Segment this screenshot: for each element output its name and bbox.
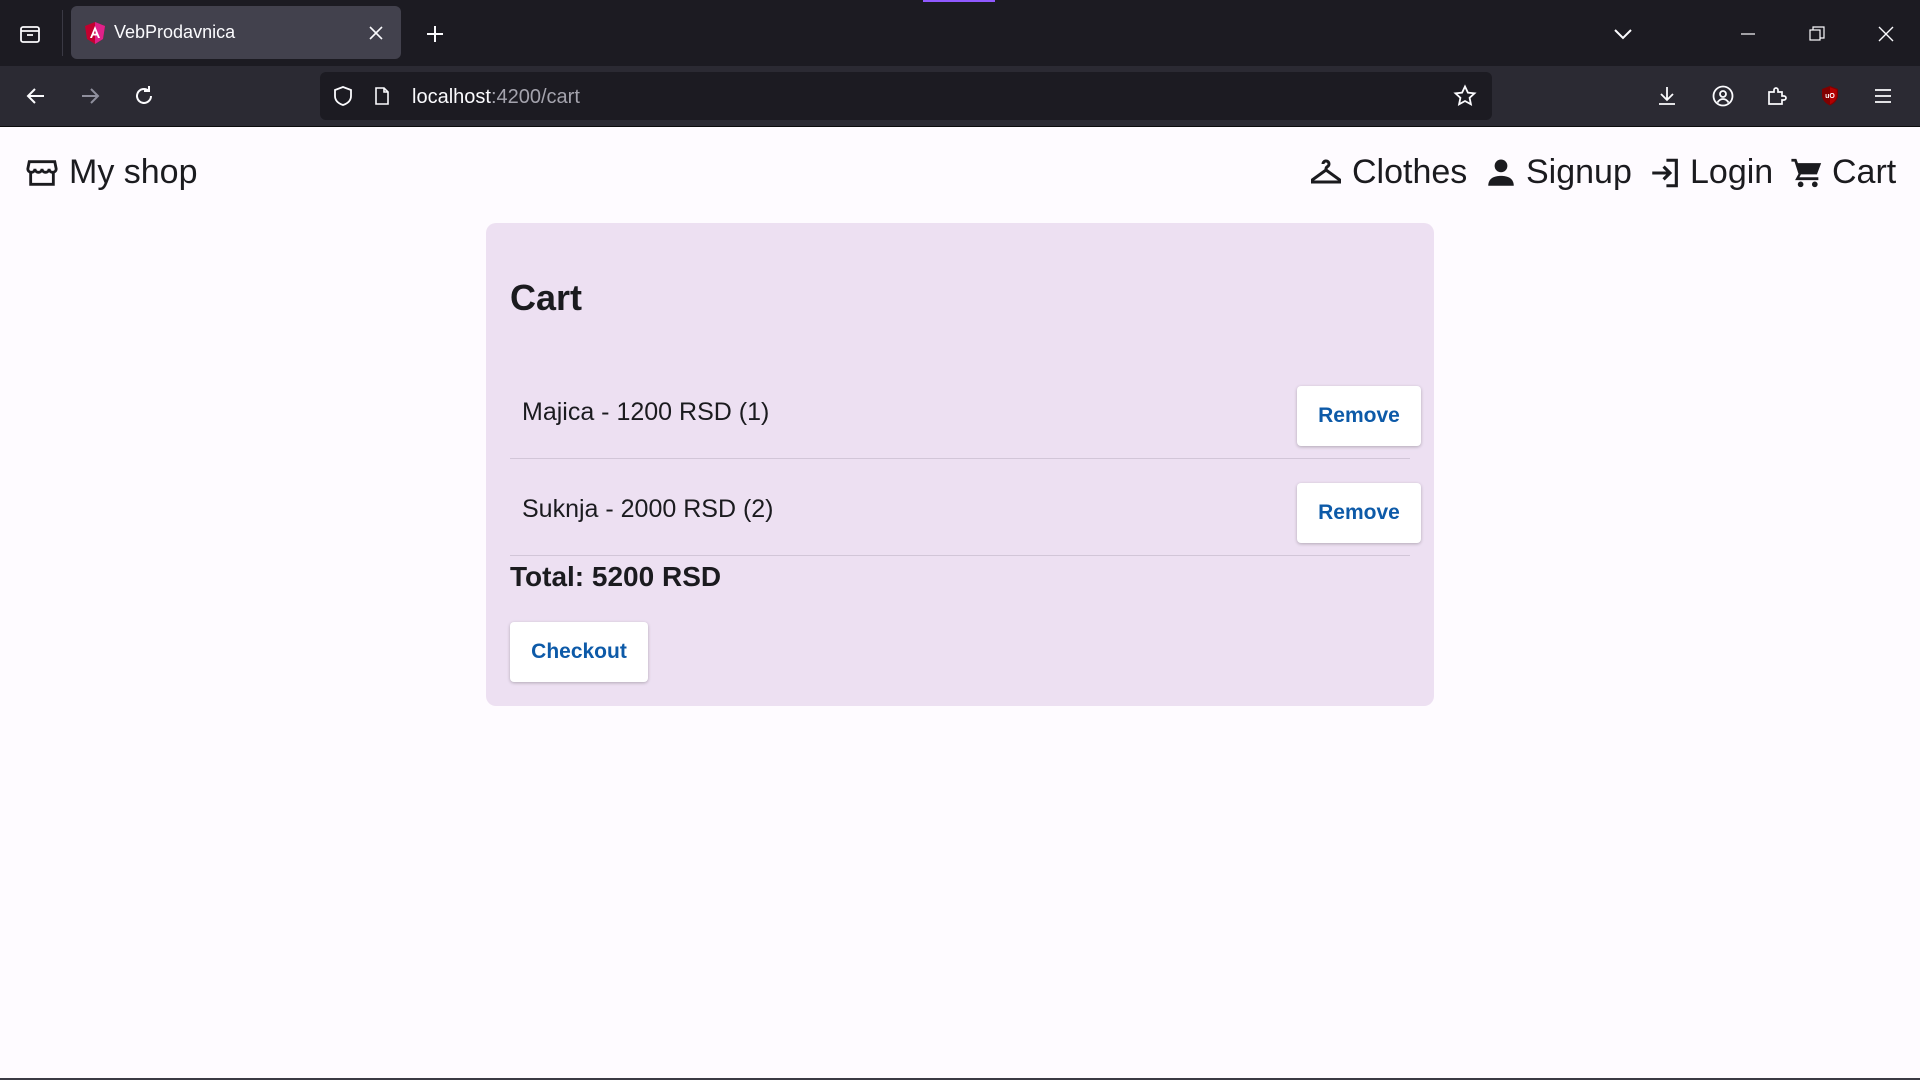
address-bar[interactable]: localhost:4200/cart (320, 72, 1492, 120)
browser-tab-active[interactable]: VebProdavnica (71, 6, 401, 59)
tab-list-button[interactable] (10, 14, 50, 54)
cart-item: Suknja - 2000 RSD (2) Remove (510, 459, 1421, 556)
star-icon (1453, 84, 1477, 107)
tab-separator (62, 10, 63, 56)
url-path: :4200/cart (490, 86, 580, 108)
account-icon (1712, 85, 1734, 107)
person-icon (1488, 159, 1514, 186)
checkout-button[interactable]: Checkout (510, 622, 648, 682)
list-all-tabs-button[interactable] (1603, 14, 1643, 54)
nav-login-label: Login (1690, 153, 1774, 191)
page-icon (375, 87, 389, 105)
nav-cart-label: Cart (1832, 153, 1897, 191)
url-host: localhost (412, 86, 491, 108)
plus-icon (427, 26, 443, 42)
close-window-button[interactable] (1866, 14, 1906, 54)
app-menu-button[interactable] (1861, 74, 1905, 118)
minimize-button[interactable] (1728, 14, 1768, 54)
restore-button[interactable] (1797, 14, 1837, 54)
svg-text:uO: uO (1825, 93, 1835, 100)
arrow-left-icon (26, 88, 44, 104)
nav-signup[interactable]: Signup (1484, 153, 1632, 192)
nav-signup-label: Signup (1526, 153, 1632, 191)
cart-item-text: Majica - 1200 RSD (1) (522, 398, 770, 426)
reload-icon (136, 86, 152, 104)
downloads-button[interactable] (1645, 74, 1689, 118)
angular-favicon-icon (85, 22, 105, 44)
remove-button[interactable]: Remove (1297, 483, 1421, 543)
puzzle-icon (1768, 87, 1787, 105)
storefront-icon (26, 159, 58, 186)
cart-total: Total: 5200 RSD (510, 561, 722, 592)
hamburger-menu-icon (1875, 89, 1891, 103)
nav-clothes-label: Clothes (1352, 153, 1468, 191)
hanger-icon (1311, 159, 1341, 183)
tracking-protection-button[interactable] (330, 83, 356, 109)
new-tab-button[interactable] (415, 14, 455, 54)
ublock-shield-icon: uO (1822, 86, 1838, 106)
tab-bar-accent (923, 0, 995, 2)
cart-item-text: Suknja - 2000 RSD (2) (522, 495, 774, 523)
site-info-button[interactable] (370, 84, 394, 108)
cart-item: Majica - 1200 RSD (1) Remove (510, 362, 1421, 459)
browser-tab-bar: VebProdavnica (0, 0, 1920, 66)
tab-title: VebProdavnica (114, 22, 236, 42)
cart-icon (1791, 158, 1822, 187)
login-icon (1652, 158, 1678, 187)
close-icon (1878, 26, 1894, 42)
tab-close-button[interactable] (363, 20, 389, 46)
restore-icon (1809, 26, 1825, 41)
app-header: My shop Clothes Signup Login Cart (0, 127, 1920, 225)
brand[interactable]: My shop (25, 153, 198, 192)
nav-clothes[interactable]: Clothes (1308, 153, 1467, 192)
download-icon (1659, 87, 1675, 105)
ublock-button[interactable]: uO (1808, 74, 1852, 118)
tab-list-icon (20, 26, 40, 43)
back-button[interactable] (14, 74, 58, 118)
page-title: Cart (510, 277, 583, 318)
forward-button[interactable] (68, 74, 112, 118)
nav-cart[interactable]: Cart (1790, 153, 1896, 192)
bookmark-button[interactable] (1452, 83, 1478, 109)
remove-button[interactable]: Remove (1297, 386, 1421, 446)
cart-card: Cart Majica - 1200 RSD (1) Remove Suknja… (486, 223, 1434, 706)
chevron-down-icon (1614, 29, 1632, 40)
minimize-icon (1741, 33, 1755, 35)
shield-icon (334, 86, 352, 106)
arrow-right-icon (82, 88, 100, 104)
extensions-button[interactable] (1755, 74, 1799, 118)
browser-nav-bar: localhost:4200/cart uO (0, 66, 1920, 127)
nav-login[interactable]: Login (1648, 153, 1773, 192)
close-icon (369, 26, 383, 40)
url-text[interactable]: localhost:4200/cart (412, 86, 580, 109)
reload-button[interactable] (122, 74, 166, 118)
brand-label: My shop (69, 153, 198, 191)
account-button[interactable] (1701, 74, 1745, 118)
